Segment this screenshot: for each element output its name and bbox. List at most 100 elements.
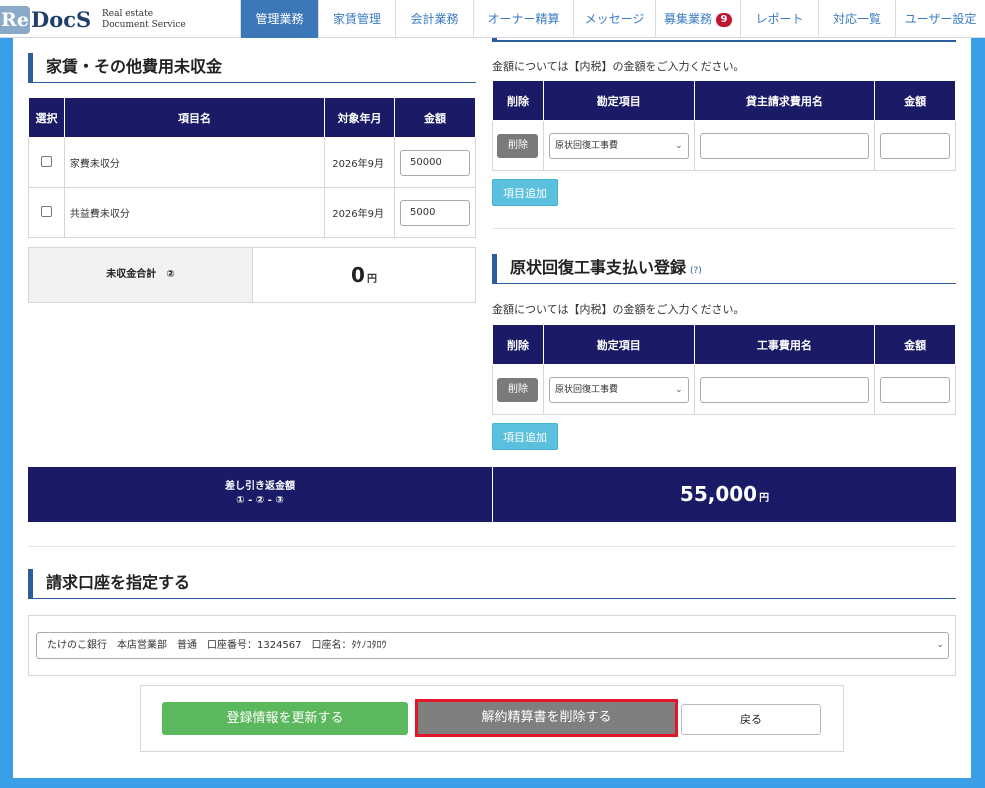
col-header-amount: 金額	[394, 97, 476, 138]
billing-account-value: たけのこ銀行 本店営業部 普通 口座番号：1324567 口座名：ﾀｹﾉｺﾀﾛｳ	[47, 640, 387, 651]
nav-item-recruitment[interactable]: 募集業務 9	[655, 0, 740, 38]
logo-subtitle-line2: Document Service	[102, 20, 186, 30]
account-select-value: 原状回復工事費	[554, 140, 618, 151]
delete-button-highlight: 解約精算書を削除する	[415, 699, 678, 737]
account-select-value: 原状回復工事費	[554, 384, 618, 395]
delete-row-button[interactable]: 削除	[497, 377, 539, 402]
tax-note: 金額については【内税】の金額をご入力ください。	[492, 60, 745, 73]
refund-label-line1: 差し引き返金額	[225, 481, 295, 492]
arrears-total-value: 0	[351, 263, 365, 287]
refund-value: 55,000	[679, 482, 758, 506]
billing-account-box: たけのこ銀行 本店営業部 普通 口座番号：1324567 口座名：ﾀｹﾉｺﾀﾛｳ…	[28, 615, 956, 676]
nav-item-label: 会計業務	[410, 12, 459, 26]
redocs-logo[interactable]: Re DocS Real estate Document Service	[0, 0, 240, 38]
col-header-item: 項目名	[63, 97, 326, 138]
back-button[interactable]: 戻る	[681, 704, 821, 735]
section-title-restoration: 原状回復工事支払い登録 (?)	[492, 254, 956, 284]
delete-settlement-button[interactable]: 解約精算書を削除する	[418, 702, 675, 734]
logo-subtitle: Real estate Document Service	[102, 9, 186, 31]
nav-item-label: レポート	[755, 12, 804, 26]
account-select[interactable]: 原状回復工事費 ⌄	[548, 132, 689, 159]
amount-input[interactable]	[880, 132, 950, 159]
tenant-charges-table: 削除 勘定項目 貸主請求費用名 金額 削除 原状回復工事費 ⌄	[492, 80, 956, 171]
arrears-total-label: 未収金合計 ②	[29, 248, 253, 302]
work-name-input[interactable]	[699, 376, 870, 403]
delete-row-button[interactable]: 削除	[497, 133, 539, 158]
logo-subtitle-line1: Real estate	[102, 9, 154, 19]
row-item-name: 共益費未収分	[63, 187, 326, 238]
main-nav: 管理業務 家賃管理 会計業務 オーナー精算 メッセージ 募集業務 9 レポート 対…	[240, 0, 985, 38]
col-header-expense-name: 貸主請求費用名	[693, 80, 876, 121]
main-content: 家賃・その他費用未収金 選択 項目名 対象年月 金額 家費未収分 2026年9月…	[13, 38, 971, 778]
row-item-name: 家費未収分	[63, 137, 326, 188]
nav-item-label: オーナー精算	[487, 12, 560, 26]
nav-item-label: ユーザー設定	[904, 12, 977, 26]
table-row: 削除 原状回復工事費 ⌄	[492, 120, 956, 171]
chevron-down-icon: ⌄	[675, 384, 683, 395]
billing-account-select[interactable]: たけのこ銀行 本店営業部 普通 口座番号：1324567 口座名：ﾀｹﾉｺﾀﾛｳ…	[36, 632, 949, 659]
nav-item-management[interactable]: 管理業務	[240, 0, 318, 38]
table-header-row: 選択 項目名 対象年月 金額	[28, 97, 476, 138]
amount-input[interactable]: 5000	[400, 199, 471, 226]
col-header-select: 選択	[28, 97, 65, 138]
refund-label-line2: ① - ② - ③	[236, 495, 284, 506]
table-header-row: 削除 勘定項目 工事費用名 金額	[492, 324, 956, 365]
chevron-down-icon: ⌄	[936, 640, 944, 650]
arrears-table: 選択 項目名 対象年月 金額 家費未収分 2026年9月 50000 共益費未収…	[28, 97, 476, 238]
row-checkbox[interactable]	[40, 155, 52, 167]
section-header-cutoff	[492, 38, 956, 42]
restoration-table: 削除 勘定項目 工事費用名 金額 削除 原状回復工事費 ⌄	[492, 324, 956, 415]
row-checkbox[interactable]	[40, 205, 52, 217]
amount-input[interactable]: 50000	[400, 149, 471, 176]
section-title-restoration-text: 原状回復工事支払い登録	[510, 258, 687, 277]
refund-total-bar: 差し引き返金額 ① - ② - ③ 55,000 円	[28, 467, 956, 522]
refund-label: 差し引き返金額 ① - ② - ③	[28, 467, 493, 522]
nav-item-label: 管理業務	[255, 12, 304, 26]
divider	[492, 228, 956, 229]
refund-unit: 円	[759, 493, 770, 504]
table-header-row: 削除 勘定項目 貸主請求費用名 金額	[492, 80, 956, 121]
add-item-button[interactable]: 項目追加	[492, 423, 558, 450]
arrears-total-unit: 円	[366, 274, 377, 285]
row-month: 2026年9月	[324, 137, 396, 188]
update-button[interactable]: 登録情報を更新する	[162, 702, 408, 735]
action-bar: 登録情報を更新する 解約精算書を削除する 戻る	[140, 685, 844, 752]
arrears-total-box: 未収金合計 ② 0円	[28, 247, 476, 303]
help-icon[interactable]: (?)	[690, 266, 702, 276]
expense-name-input[interactable]	[699, 132, 870, 159]
nav-item-responses[interactable]: 対応一覧	[818, 0, 895, 38]
nav-item-label: 募集業務	[663, 12, 712, 26]
col-header-account: 勘定項目	[542, 80, 695, 121]
col-header-delete: 削除	[492, 80, 544, 121]
top-bar: Re DocS Real estate Document Service 管理業…	[0, 0, 985, 38]
col-header-work-name: 工事費用名	[693, 324, 876, 365]
table-row: 削除 原状回復工事費 ⌄	[492, 364, 956, 415]
amount-input[interactable]	[880, 376, 950, 403]
nav-item-reports[interactable]: レポート	[740, 0, 818, 38]
chevron-down-icon: ⌄	[675, 140, 683, 151]
col-header-delete: 削除	[492, 324, 544, 365]
divider	[28, 546, 956, 547]
logo-re-mark: Re	[0, 6, 30, 34]
account-select[interactable]: 原状回復工事費 ⌄	[548, 376, 689, 403]
section-title-arrears: 家賃・その他費用未収金	[28, 53, 476, 83]
nav-item-label: 対応一覧	[832, 12, 881, 26]
nav-item-owner-settlement[interactable]: オーナー精算	[473, 0, 573, 38]
nav-item-messages[interactable]: メッセージ	[573, 0, 655, 38]
nav-item-accounting[interactable]: 会計業務	[395, 0, 473, 38]
nav-item-user-settings[interactable]: ユーザー設定	[895, 0, 985, 38]
refund-amount: 55,000 円	[493, 467, 956, 522]
col-header-month: 対象年月	[324, 97, 396, 138]
nav-item-label: メッセージ	[584, 12, 645, 26]
logo-docs-text: DocS	[31, 7, 92, 32]
arrears-total-amount: 0円	[253, 248, 475, 302]
tax-note: 金額については【内税】の金額をご入力ください。	[492, 303, 745, 316]
section-title-billing: 請求口座を指定する	[28, 569, 956, 599]
table-row: 家費未収分 2026年9月 50000	[28, 137, 476, 188]
col-header-account: 勘定項目	[542, 324, 695, 365]
table-row: 共益費未収分 2026年9月 5000	[28, 187, 476, 238]
col-header-amount: 金額	[874, 324, 956, 365]
nav-item-label: 家賃管理	[332, 12, 381, 26]
add-item-button[interactable]: 項目追加	[492, 179, 558, 206]
nav-item-rent[interactable]: 家賃管理	[318, 0, 395, 38]
